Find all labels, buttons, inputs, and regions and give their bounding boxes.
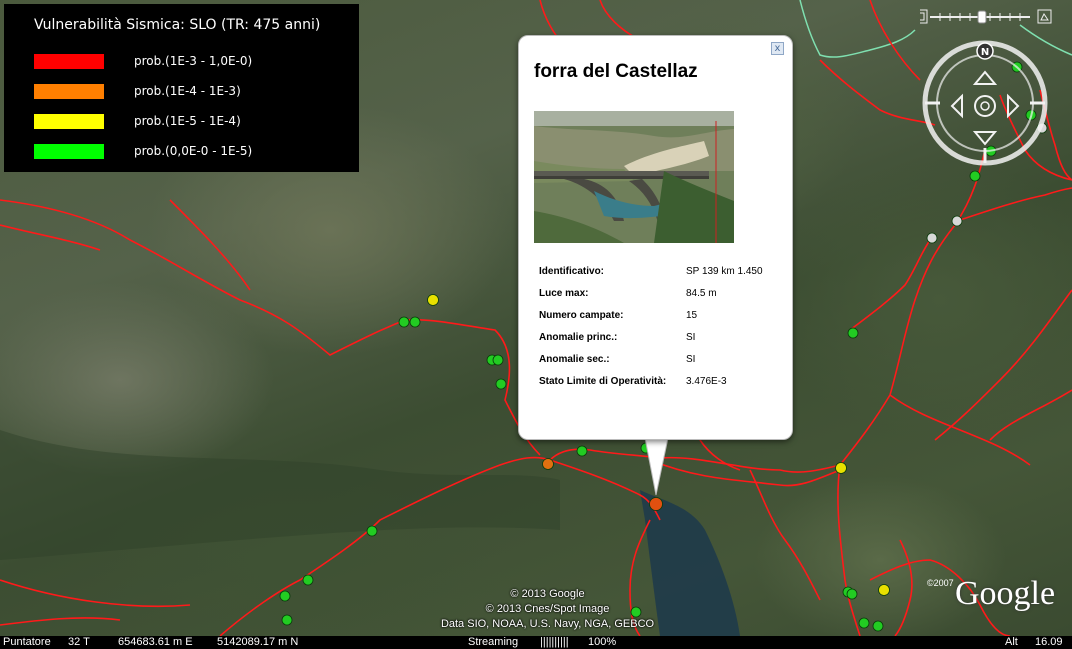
legend-swatch-orange xyxy=(34,84,104,99)
google-logo: Google xyxy=(955,575,1056,612)
close-icon[interactable]: x xyxy=(771,42,784,55)
marker-green xyxy=(495,378,507,390)
legend-swatch-green xyxy=(34,144,104,159)
attribute-value: 15 xyxy=(686,310,698,321)
pointer-label: Puntatore xyxy=(3,636,51,648)
info-balloon: x forra del Castellaz Identificativo: SP… xyxy=(518,35,793,440)
credit-line: © 2013 Google xyxy=(510,588,585,600)
altitude-value: 16.09 xyxy=(1035,636,1063,648)
marker-red xyxy=(649,497,663,511)
bridge-attributes: Identificativo: SP 139 km 1.450 Luce max… xyxy=(539,264,779,396)
attribute-row: Anomalie princ.: SI xyxy=(539,330,779,345)
map-credits: © 2013 Google © 2013 Cnes/Spot Image Dat… xyxy=(420,587,675,632)
tilt-icon[interactable] xyxy=(1037,9,1052,24)
balloon-title: forra del Castellaz xyxy=(534,61,698,82)
pan-left-icon[interactable] xyxy=(950,93,963,119)
credit-line: Data SIO, NOAA, U.S. Navy, NGA, GEBCO xyxy=(440,618,655,630)
marker-green xyxy=(492,354,504,366)
marker-green xyxy=(858,617,870,629)
pan-up-icon[interactable] xyxy=(972,70,998,85)
legend-panel: Vulnerabilità Sismica: SLO (TR: 475 anni… xyxy=(4,4,359,172)
legend-swatch-red xyxy=(34,54,104,69)
status-bar: Puntatore 32 T 654683.61 m E 5142089.17 … xyxy=(0,636,1072,649)
legend-label: prob.(1E-3 - 1,0E-0) xyxy=(134,54,253,68)
marker-green xyxy=(302,574,314,586)
marker-yellow xyxy=(835,462,847,474)
easting-value: 654683.61 m E xyxy=(118,636,193,648)
attribute-value: SI xyxy=(686,354,696,365)
marker-green xyxy=(969,170,981,182)
navigation-control: N xyxy=(913,8,1065,168)
attribute-row: Numero campate: 15 xyxy=(539,308,779,323)
marker-orange xyxy=(542,458,554,470)
north-button[interactable]: N xyxy=(976,42,994,60)
credit-line: © 2013 Cnes/Spot Image xyxy=(485,603,610,615)
north-label: N xyxy=(981,47,989,58)
marker-green xyxy=(847,327,859,339)
zoom-slider[interactable] xyxy=(913,9,1030,24)
attribute-row: Identificativo: SP 139 km 1.450 xyxy=(539,264,779,279)
streaming-percent: 100% xyxy=(588,636,617,648)
marker-green xyxy=(366,525,378,537)
marker-white xyxy=(926,232,938,244)
streaming-progress: |||||||||| xyxy=(540,636,569,648)
boundary-line xyxy=(799,0,916,58)
marker-green xyxy=(398,316,410,328)
attribute-value: SP 139 km 1.450 xyxy=(686,266,763,277)
attribute-label: Luce max: xyxy=(539,288,589,299)
utm-zone: 32 T xyxy=(68,636,90,648)
attribute-value: 3.476E-3 xyxy=(686,376,727,387)
logo-year: ©2007 xyxy=(927,578,954,588)
marker-green xyxy=(846,588,858,600)
marker-green xyxy=(409,316,421,328)
attribute-label: Stato Limite di Operatività: xyxy=(539,376,667,387)
attribute-label: Anomalie princ.: xyxy=(539,332,618,343)
pan-down-icon[interactable] xyxy=(972,131,998,146)
attribute-row: Luce max: 84.5 m xyxy=(539,286,779,301)
streaming-label: Streaming xyxy=(468,636,519,648)
attribute-value: 84.5 m xyxy=(686,288,717,299)
marker-green xyxy=(872,620,884,632)
attribute-value: SI xyxy=(686,332,696,343)
legend-label: prob.(1E-4 - 1E-3) xyxy=(134,84,241,98)
attribute-row: Anomalie sec.: SI xyxy=(539,352,779,367)
marker-green xyxy=(640,442,652,454)
marker-green xyxy=(281,614,293,626)
northing-value: 5142089.17 m N xyxy=(217,636,299,648)
altitude-label: Alt xyxy=(1005,636,1018,648)
pan-right-icon[interactable] xyxy=(1007,93,1020,119)
bridge-photo xyxy=(534,111,734,243)
legend-label: prob.(0,0E-0 - 1E-5) xyxy=(134,144,253,158)
marker-green xyxy=(576,445,588,457)
legend-label: prob.(1E-5 - 1E-4) xyxy=(134,114,241,128)
legend-title: Vulnerabilità Sismica: SLO (TR: 475 anni… xyxy=(34,17,321,33)
marker-yellow xyxy=(427,294,439,306)
attribute-row: Stato Limite di Operatività: 3.476E-3 xyxy=(539,374,779,389)
look-center-icon[interactable] xyxy=(974,95,996,117)
attribute-label: Identificativo: xyxy=(539,266,605,277)
legend-swatch-yellow xyxy=(34,114,104,129)
attribute-label: Numero campate: xyxy=(539,310,624,321)
marker-yellow xyxy=(878,584,890,596)
marker-white xyxy=(951,215,963,227)
marker-green xyxy=(279,590,291,602)
attribute-label: Anomalie sec.: xyxy=(539,354,610,365)
